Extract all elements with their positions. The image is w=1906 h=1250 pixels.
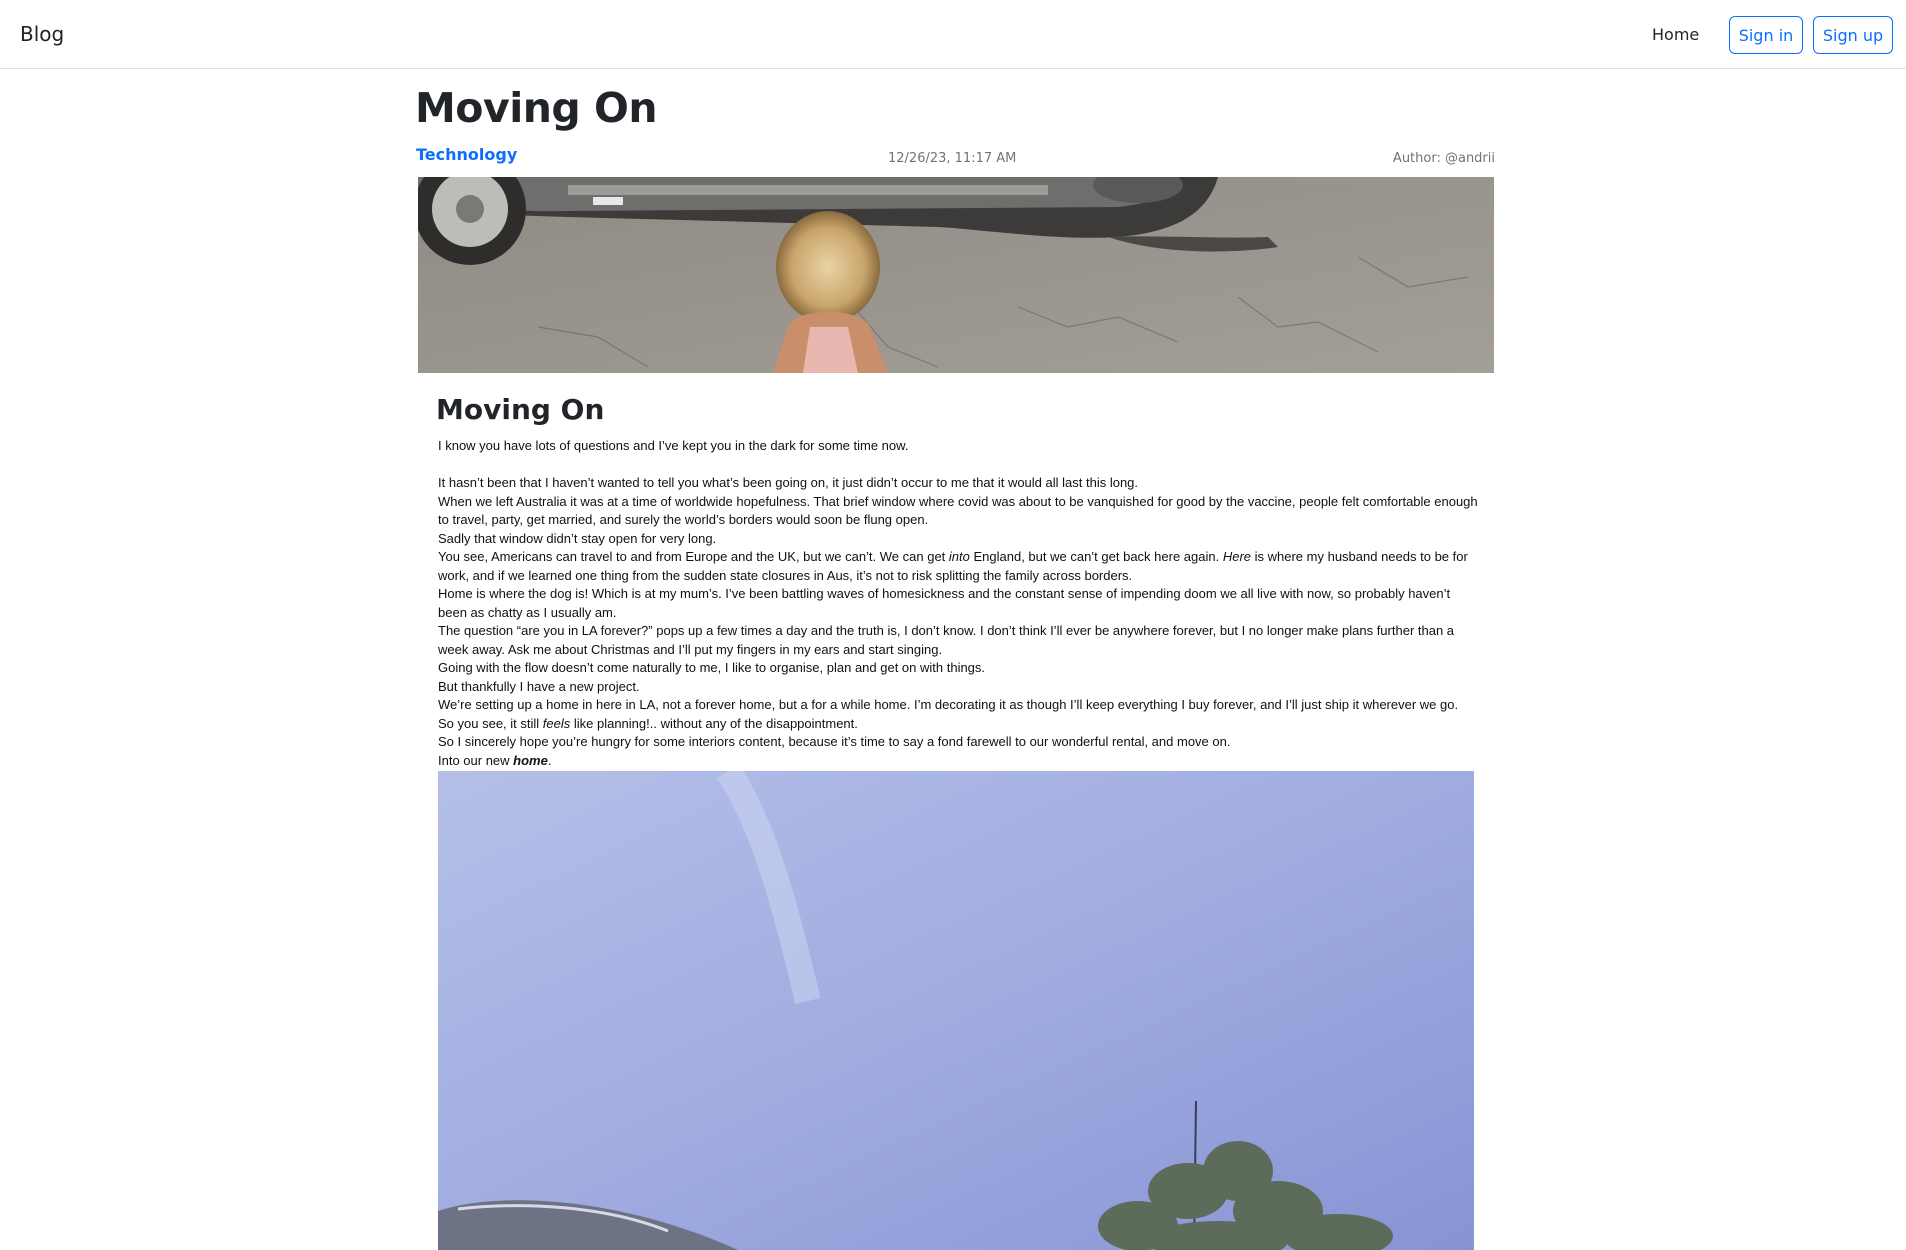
paragraph: Into our new home.: [438, 752, 1478, 771]
text: Into our new: [438, 752, 514, 768]
cover-image: [418, 177, 1494, 373]
emphasis: feels: [542, 715, 571, 731]
article-photo: [438, 771, 1474, 1250]
paragraph: So I sincerely hope you’re hungry for so…: [438, 734, 1231, 749]
text: .: [547, 752, 552, 768]
post-title: Moving On: [415, 84, 658, 132]
paragraph: When we left Australia it was at a time …: [438, 493, 1478, 528]
strong-emphasis: home: [513, 752, 548, 768]
sign-in-button[interactable]: Sign in: [1729, 16, 1803, 54]
text: You see, Americans can travel to and fro…: [438, 549, 949, 564]
post-author: Author: @andrii: [1392, 151, 1495, 166]
paragraph: So you see, it still feels like planning…: [438, 715, 1478, 734]
paragraph: But thankfully I have a new project.: [438, 678, 640, 694]
brand-link[interactable]: Blog: [20, 22, 64, 46]
article-body: I know you have lots of questions and I’…: [438, 437, 1478, 770]
text: England, but we can’t get back here agai…: [969, 549, 1223, 564]
article-heading: Moving On: [436, 393, 605, 426]
top-navbar: Blog Home Sign in Sign up: [0, 0, 1906, 69]
paragraph: Going with the flow doesn’t come natural…: [438, 660, 986, 675]
category-link[interactable]: Technology: [416, 145, 517, 164]
text: like planning!.. without any of the disa…: [570, 715, 858, 731]
paragraph: I know you have lots of questions and I’…: [438, 438, 909, 453]
paragraph: We’re setting up a home in here in LA, n…: [438, 697, 1459, 712]
emphasis: into: [948, 549, 970, 564]
paragraph: Home is where the dog is! Which is at my…: [438, 586, 1451, 620]
sign-up-button[interactable]: Sign up: [1813, 16, 1893, 54]
paragraph: The question “are you in LA forever?” po…: [438, 623, 1455, 657]
post-date: 12/26/23, 11:17 AM: [888, 151, 1017, 166]
emphasis: Here: [1222, 549, 1252, 564]
paragraph: It hasn’t been that I haven’t wanted to …: [438, 475, 1139, 490]
nav-home-link[interactable]: Home: [1652, 25, 1699, 44]
paragraph: Sadly that window didn’t stay open for v…: [438, 530, 717, 546]
text: So you see, it still: [438, 715, 543, 731]
paragraph: You see, Americans can travel to and fro…: [438, 548, 1478, 585]
